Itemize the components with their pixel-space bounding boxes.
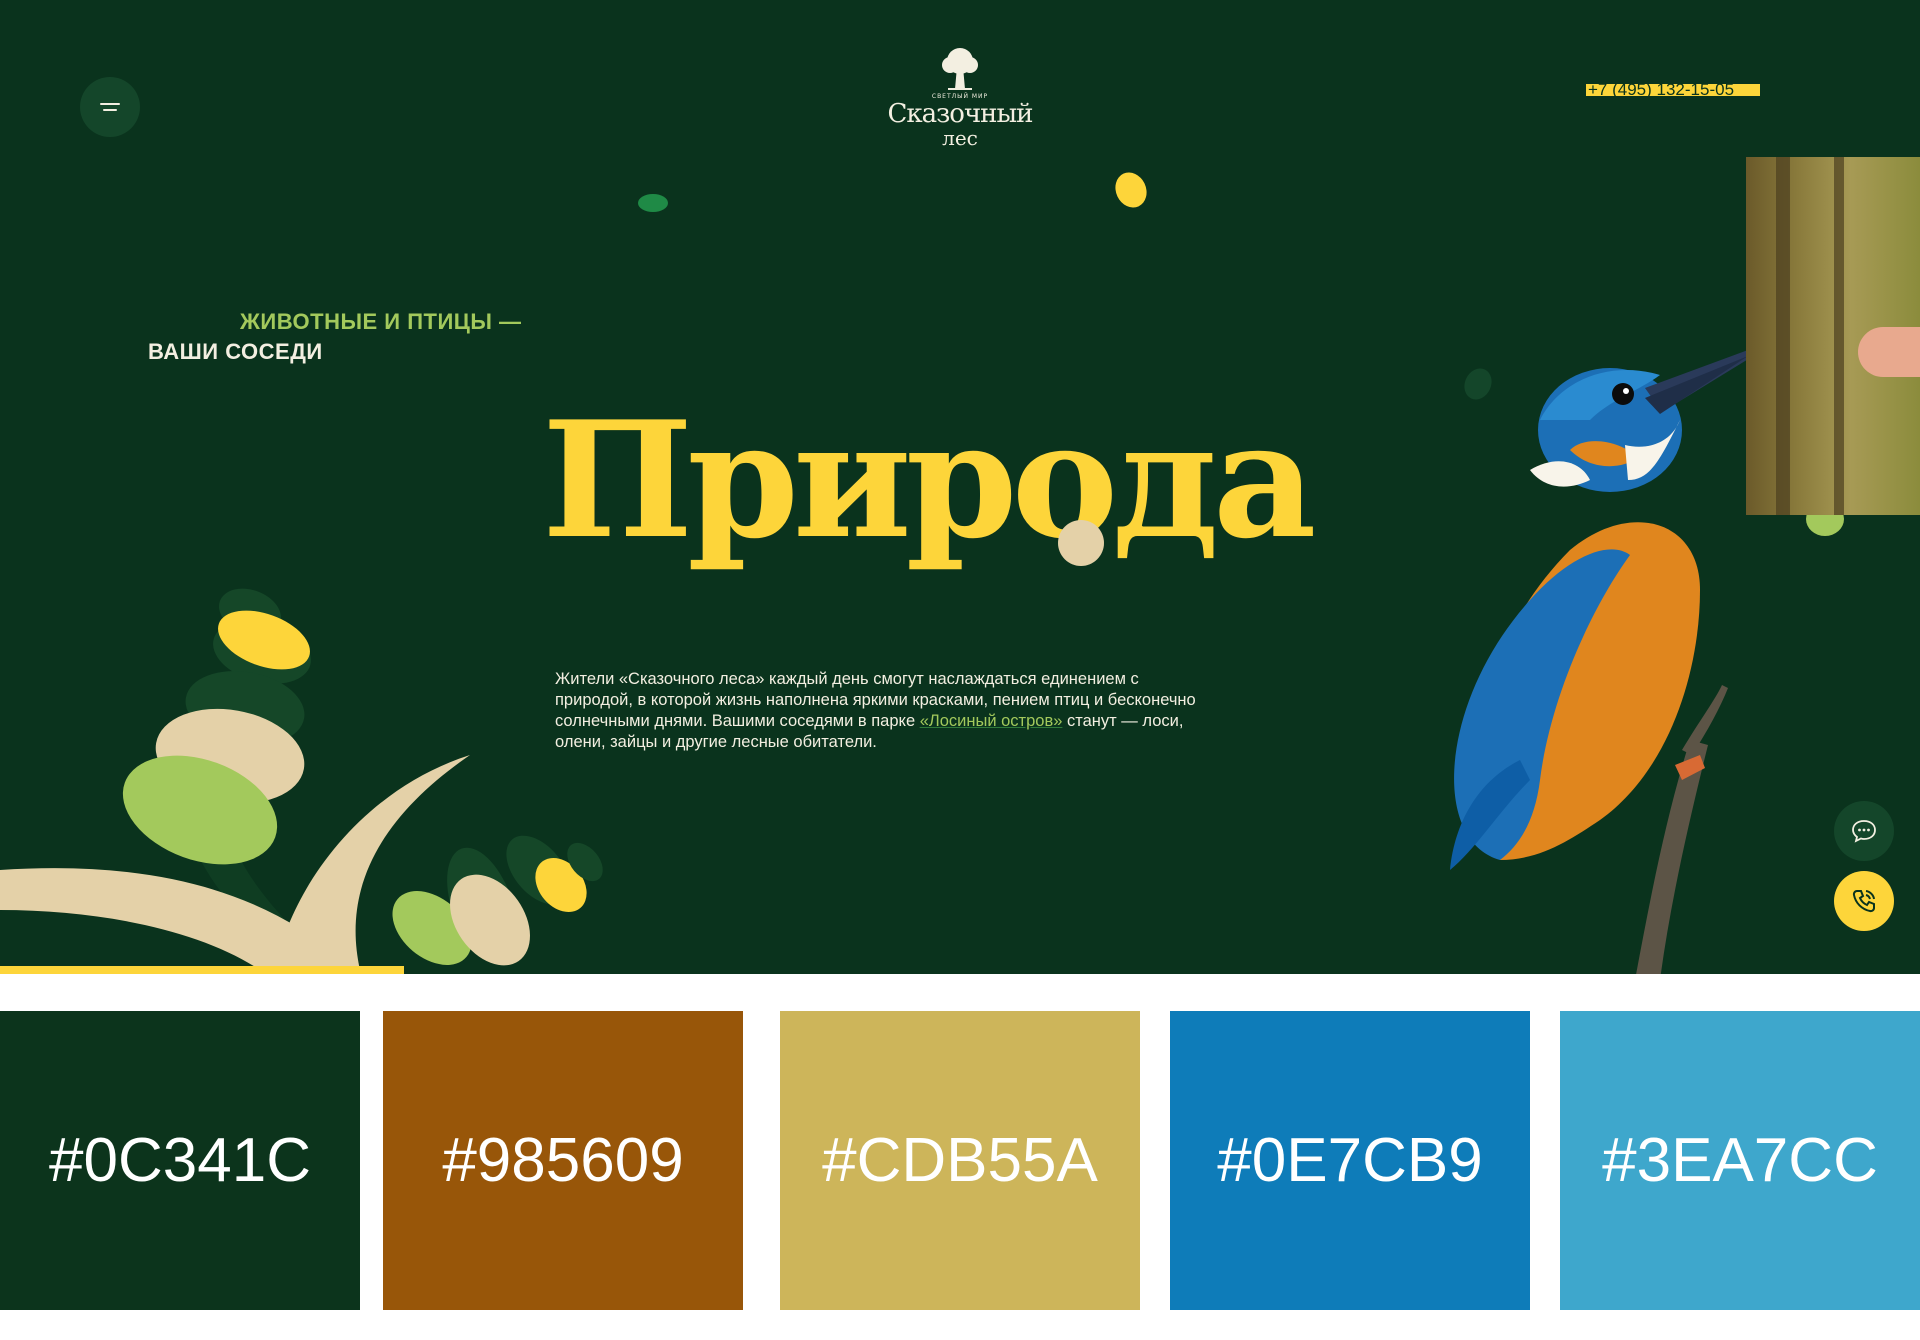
palette-swatch-4: #0E7CB9 [1170, 1011, 1530, 1310]
slide-progress-bar [0, 966, 404, 974]
tree-logo-icon [942, 48, 978, 90]
phone-call-icon [1852, 890, 1875, 913]
phone-link[interactable]: +7 (495) 132-15-05 [1586, 84, 1760, 96]
swatch-hex-label: #3EA7CC [1602, 1126, 1878, 1195]
decor-blob [1109, 167, 1153, 213]
menu-button[interactable] [80, 77, 140, 137]
hero-section: СВЕТЛЫЙ МИР Сказочный лес +7 (495) 132-1… [0, 0, 1920, 974]
gallery-photo[interactable] [1746, 157, 1920, 515]
decor-blob [1058, 520, 1104, 566]
hand-image [1858, 327, 1920, 377]
hero-description: Жители «Сказочного леса» каждый день смо… [555, 669, 1215, 753]
losiny-ostrov-link[interactable]: «Лосиный остров» [920, 712, 1063, 730]
palette-swatch-1: #0C341C [0, 1011, 360, 1310]
hamburger-icon [100, 99, 120, 115]
hero-eyebrow-line1: ЖИВОТНЫЕ И ПТИЦЫ — [240, 309, 522, 334]
decor-plant-illustration [0, 588, 603, 970]
swatch-hex-label: #0E7CB9 [1217, 1126, 1483, 1195]
palette-swatch-2: #985609 [383, 1011, 743, 1310]
chat-bubble-icon [1852, 820, 1876, 843]
logo-subtitle: лес [942, 126, 978, 150]
palette-swatch-3: #CDB55A [780, 1011, 1140, 1310]
decor-blob [638, 194, 668, 212]
palette-swatch-5: #3EA7CC [1560, 1011, 1920, 1310]
site-logo[interactable]: СВЕТЛЫЙ МИР Сказочный лес [870, 45, 1050, 155]
swatch-hex-label: #0C341C [49, 1126, 311, 1195]
call-button[interactable] [1834, 871, 1894, 931]
hero-headline: Природа [542, 386, 1317, 574]
logo-title: Сказочный [887, 99, 1033, 129]
chat-button[interactable] [1834, 801, 1894, 861]
kingfisher-bird-image [1450, 350, 1750, 974]
swatch-hex-label: #985609 [442, 1126, 684, 1195]
swatch-hex-label: #CDB55A [822, 1126, 1098, 1195]
hero-eyebrow-line2: ВАШИ СОСЕДИ [148, 339, 323, 364]
